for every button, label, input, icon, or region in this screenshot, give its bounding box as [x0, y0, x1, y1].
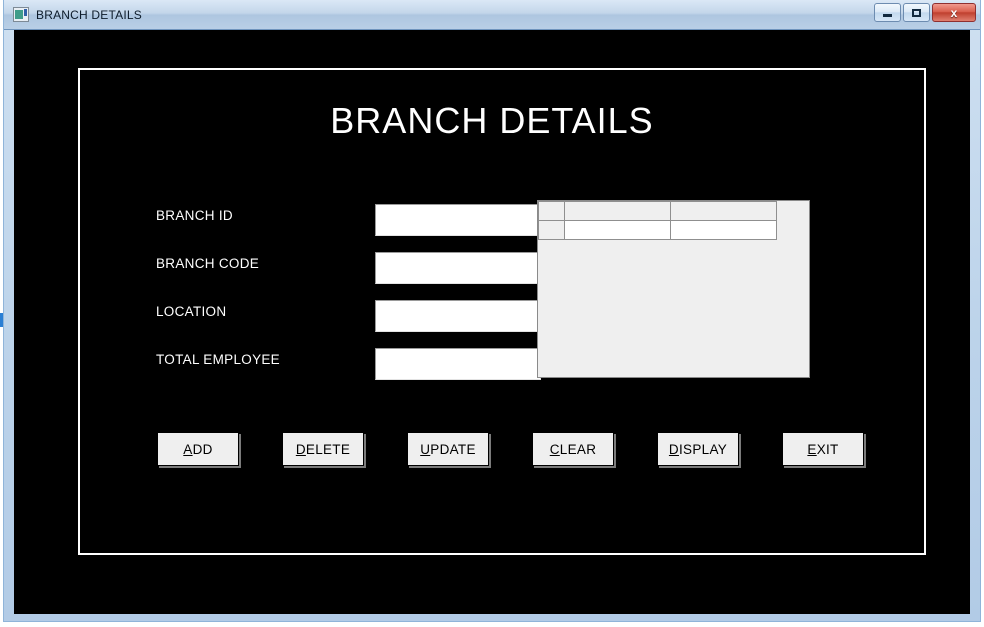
grid-column-header-1[interactable]: [564, 201, 671, 221]
minimize-button[interactable]: [874, 3, 901, 22]
grid-cell[interactable]: [564, 220, 671, 240]
close-icon: x: [950, 5, 958, 20]
branch-data-grid[interactable]: [537, 200, 810, 378]
page-title: BRANCH DETAILS: [330, 100, 654, 141]
window-controls: x: [874, 3, 976, 22]
branch-id-input[interactable]: [375, 204, 541, 236]
label-branch-id: BRANCH ID: [156, 208, 233, 223]
total-employee-input[interactable]: [375, 348, 541, 380]
location-input[interactable]: [375, 300, 541, 332]
form-window-icon: [13, 7, 29, 22]
add-button-label: DD: [192, 441, 213, 457]
data-grid-header-row[interactable]: [538, 201, 777, 221]
clear-button[interactable]: C LEAR: [532, 432, 614, 466]
delete-button-mnemonic: D: [295, 441, 306, 457]
label-total-employee: TOTAL EMPLOYEE: [156, 352, 280, 367]
display-button-mnemonic: D: [668, 441, 679, 457]
exit-button-mnemonic: E: [807, 441, 817, 457]
window-title: BRANCH DETAILS: [36, 7, 142, 22]
update-button-label: PDATE: [430, 441, 476, 457]
clear-button-label: LEAR: [559, 441, 597, 457]
maximize-icon: [912, 8, 921, 17]
exit-button[interactable]: E XIT: [782, 432, 864, 466]
exit-button-label: XIT: [816, 441, 839, 457]
button-bar: A DD D ELETE U PDATE C LEAR D ISPLAY E XIT: [157, 432, 897, 466]
data-grid-row[interactable]: [538, 220, 777, 240]
delete-button[interactable]: D ELETE: [282, 432, 364, 466]
update-button-mnemonic: U: [420, 441, 431, 457]
form-client-area: BRANCH DETAILS BRANCH ID BRANCH CODE LOC…: [14, 30, 970, 614]
branch-code-input[interactable]: [375, 252, 541, 284]
display-button-label: ISPLAY: [678, 441, 728, 457]
label-location: LOCATION: [156, 304, 227, 319]
grid-header-corner[interactable]: [538, 201, 565, 221]
display-button[interactable]: D ISPLAY: [657, 432, 739, 466]
close-button[interactable]: x: [932, 3, 976, 22]
add-button[interactable]: A DD: [157, 432, 239, 466]
clear-button-mnemonic: C: [549, 441, 560, 457]
grid-column-header-2[interactable]: [670, 201, 777, 221]
label-branch-code: BRANCH CODE: [156, 256, 260, 271]
title-bar[interactable]: BRANCH DETAILS x: [4, 0, 980, 30]
delete-button-label: ELETE: [305, 441, 351, 457]
data-grid-table: [538, 201, 777, 240]
maximize-button[interactable]: [903, 3, 930, 22]
minimize-icon: [883, 14, 892, 17]
add-button-mnemonic: A: [183, 441, 193, 457]
grid-row-header[interactable]: [538, 220, 565, 240]
update-button[interactable]: U PDATE: [407, 432, 489, 466]
application-window: BRANCH DETAILS x BRANCH DETAILS BRANCH I…: [3, 0, 981, 622]
grid-cell[interactable]: [670, 220, 777, 240]
